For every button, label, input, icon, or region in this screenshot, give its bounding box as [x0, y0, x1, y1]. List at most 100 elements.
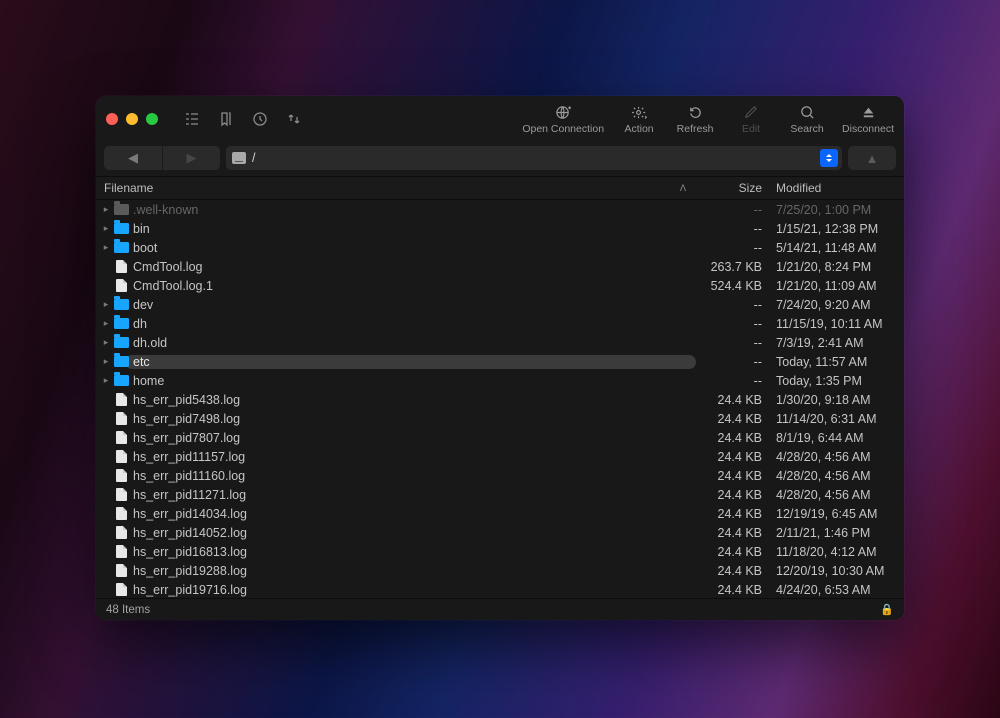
bookmarks-icon[interactable] — [218, 111, 234, 127]
file-name: dh — [130, 317, 696, 331]
path-field[interactable]: / — [226, 146, 842, 170]
zoom-button[interactable] — [146, 113, 158, 125]
search-icon — [799, 103, 816, 121]
table-row[interactable]: ▸home--Today, 1:35 PM — [96, 371, 904, 390]
table-row[interactable]: ▸hs_err_pid11157.log24.4 KB4/28/20, 4:56… — [96, 447, 904, 466]
refresh-button[interactable]: Refresh — [674, 103, 716, 135]
file-icon — [112, 412, 130, 425]
table-row[interactable]: ▸hs_err_pid14052.log24.4 KB2/11/21, 1:46… — [96, 523, 904, 542]
file-size: 24.4 KB — [696, 431, 772, 445]
disconnect-button[interactable]: Disconnect — [842, 103, 894, 135]
file-name: hs_err_pid16813.log — [130, 545, 696, 559]
file-icon — [112, 260, 130, 273]
open-connection-button[interactable]: Open Connection — [522, 103, 604, 135]
table-row[interactable]: ▸etc--Today, 11:57 AM — [96, 352, 904, 371]
disclosure-triangle-icon[interactable]: ▸ — [100, 337, 112, 348]
file-modified: 12/20/19, 10:30 AM — [772, 564, 900, 578]
file-name: hs_err_pid5438.log — [130, 393, 696, 407]
table-row[interactable]: ▸ boot--5/14/21, 11:48 AM — [96, 238, 904, 257]
file-size: 24.4 KB — [696, 526, 772, 540]
file-name: hs_err_pid11271.log — [130, 488, 696, 502]
file-size: 24.4 KB — [696, 488, 772, 502]
file-name: home — [130, 374, 696, 388]
disclosure-triangle-icon[interactable]: ▸ — [100, 356, 112, 367]
file-name: boot — [130, 241, 696, 255]
file-name: hs_err_pid11157.log — [130, 450, 696, 464]
table-row[interactable]: ▸hs_err_pid14034.log24.4 KB12/19/19, 6:4… — [96, 504, 904, 523]
search-button[interactable]: Search — [786, 103, 828, 135]
file-modified: 12/19/19, 6:45 AM — [772, 507, 900, 521]
file-modified: 2/11/21, 1:46 PM — [772, 526, 900, 540]
file-modified: Today, 11:57 AM — [772, 355, 900, 369]
table-row[interactable]: ▸dh--11/15/19, 10:11 AM — [96, 314, 904, 333]
file-name: dev — [130, 298, 696, 312]
nav-back-button[interactable]: ◀ — [104, 146, 162, 170]
path-stepper[interactable] — [820, 149, 838, 167]
table-row[interactable]: ▸hs_err_pid11160.log24.4 KB4/28/20, 4:56… — [96, 466, 904, 485]
minimize-button[interactable] — [126, 113, 138, 125]
file-icon — [112, 279, 130, 292]
disclosure-triangle-icon[interactable]: ▸ — [100, 318, 112, 329]
disconnect-label: Disconnect — [842, 123, 894, 135]
table-row[interactable]: ▸hs_err_pid19288.log24.4 KB12/20/19, 10:… — [96, 561, 904, 580]
column-modified[interactable]: Modified — [772, 181, 900, 195]
table-row[interactable]: ▸hs_err_pid11271.log24.4 KB4/28/20, 4:56… — [96, 485, 904, 504]
file-size: 24.4 KB — [696, 412, 772, 426]
table-row[interactable]: ▸.well-known--7/25/20, 1:00 PM — [96, 200, 904, 219]
table-row[interactable]: ▸hs_err_pid7807.log24.4 KB8/1/19, 6:44 A… — [96, 428, 904, 447]
file-modified: 1/15/21, 12:38 PM — [772, 222, 900, 236]
file-icon — [112, 450, 130, 463]
nav-forward-button[interactable]: ▶ — [162, 146, 220, 170]
file-modified: 4/28/20, 4:56 AM — [772, 450, 900, 464]
file-modified: 4/28/20, 4:56 AM — [772, 469, 900, 483]
disclosure-triangle-icon[interactable]: ▸ — [100, 204, 112, 215]
table-row[interactable]: ▸CmdTool.log263.7 KB1/21/20, 8:24 PM — [96, 257, 904, 276]
table-row[interactable]: ▸ dh.old--7/3/19, 2:41 AM — [96, 333, 904, 352]
disclosure-triangle-icon[interactable]: ▸ — [100, 299, 112, 310]
disclosure-triangle-icon[interactable]: ▸ — [100, 242, 112, 253]
file-modified: 7/25/20, 1:00 PM — [772, 203, 900, 217]
folder-icon — [112, 223, 130, 234]
file-modified: 1/30/20, 9:18 AM — [772, 393, 900, 407]
table-row[interactable]: ▸hs_err_pid19716.log24.4 KB4/24/20, 6:53… — [96, 580, 904, 598]
file-icon — [112, 488, 130, 501]
action-button[interactable]: Action — [618, 103, 660, 135]
file-icon — [112, 583, 130, 596]
file-size: -- — [696, 298, 772, 312]
table-row[interactable]: ▸dev--7/24/20, 9:20 AM — [96, 295, 904, 314]
file-name: dh.old — [130, 336, 696, 350]
toolbar-main: Open Connection Action Refresh Edit — [522, 103, 894, 135]
file-size: -- — [696, 336, 772, 350]
table-row[interactable]: ▸hs_err_pid16813.log24.4 KB11/18/20, 4:1… — [96, 542, 904, 561]
column-filename[interactable]: Filename ᐱ — [100, 181, 696, 195]
file-list[interactable]: ▸.well-known--7/25/20, 1:00 PM▸bin--1/15… — [96, 200, 904, 598]
column-size[interactable]: Size — [696, 181, 772, 195]
table-row[interactable]: ▸CmdTool.log.1524.4 KB1/21/20, 11:09 AM — [96, 276, 904, 295]
file-size: 24.4 KB — [696, 564, 772, 578]
file-size: -- — [696, 374, 772, 388]
globe-plus-icon — [555, 103, 572, 121]
file-size: 24.4 KB — [696, 583, 772, 597]
file-modified: 11/14/20, 6:31 AM — [772, 412, 900, 426]
outline-view-icon[interactable] — [184, 111, 200, 127]
file-icon — [112, 393, 130, 406]
disclosure-triangle-icon[interactable]: ▸ — [100, 375, 112, 386]
edit-label: Edit — [742, 123, 760, 135]
table-row[interactable]: ▸bin--1/15/21, 12:38 PM — [96, 219, 904, 238]
file-icon — [112, 469, 130, 482]
table-row[interactable]: ▸hs_err_pid7498.log24.4 KB11/14/20, 6:31… — [96, 409, 904, 428]
file-modified: 7/3/19, 2:41 AM — [772, 336, 900, 350]
go-up-button[interactable]: ▲ — [848, 146, 896, 170]
transfers-icon[interactable] — [286, 111, 302, 127]
file-size: -- — [696, 241, 772, 255]
folder-icon — [112, 299, 130, 310]
table-row[interactable]: ▸hs_err_pid5438.log24.4 KB1/30/20, 9:18 … — [96, 390, 904, 409]
file-icon — [112, 526, 130, 539]
file-modified: 5/14/21, 11:48 AM — [772, 241, 900, 255]
disclosure-triangle-icon[interactable]: ▸ — [100, 223, 112, 234]
file-name: hs_err_pid7807.log — [130, 431, 696, 445]
close-button[interactable] — [106, 113, 118, 125]
file-modified: 1/21/20, 11:09 AM — [772, 279, 900, 293]
history-icon[interactable] — [252, 111, 268, 127]
file-modified: 4/28/20, 4:56 AM — [772, 488, 900, 502]
